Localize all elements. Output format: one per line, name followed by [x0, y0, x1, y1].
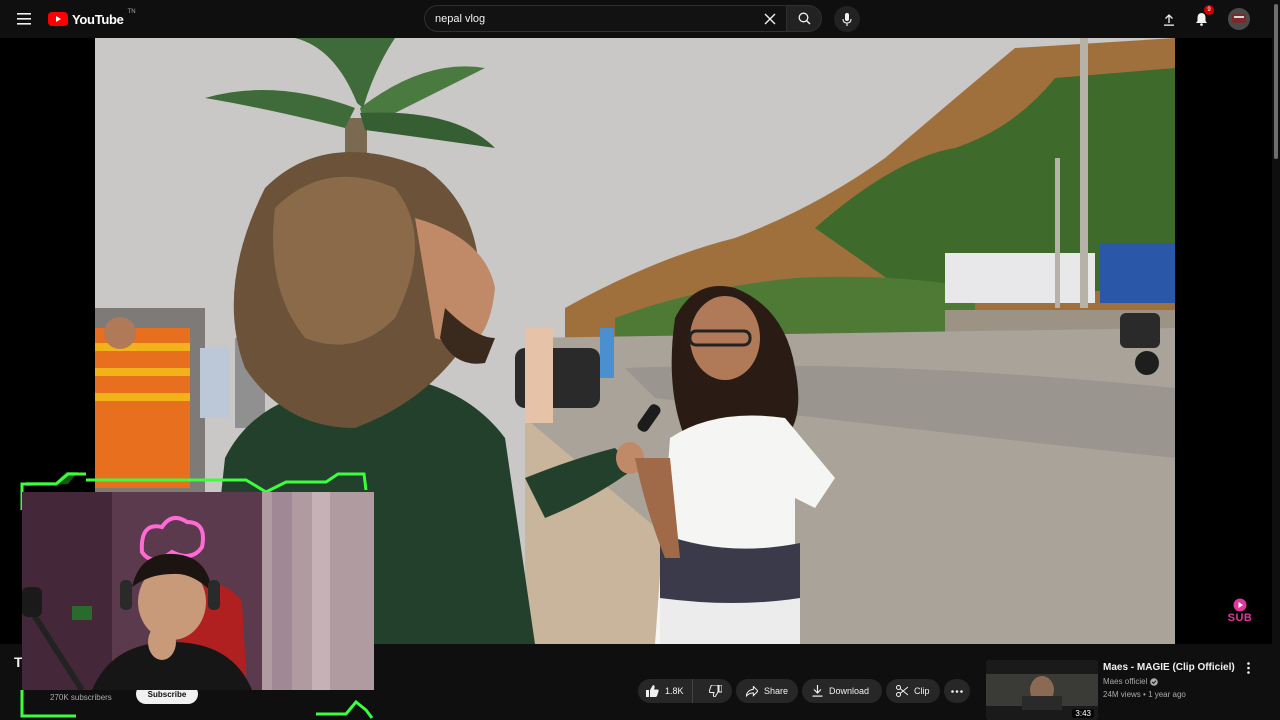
- download-button[interactable]: Download: [802, 679, 882, 703]
- more-actions-button[interactable]: [944, 679, 970, 703]
- top-bar: YouTube TN 9: [0, 0, 1280, 38]
- menu-icon[interactable]: [10, 6, 38, 32]
- watermark-text: SUB: [1227, 612, 1253, 624]
- upload-icon: [1164, 13, 1174, 26]
- more-vertical-icon[interactable]: [1240, 660, 1256, 676]
- youtube-logo-icon: [48, 12, 68, 26]
- streamer-webcam: [22, 492, 374, 690]
- logo-text: YouTube: [72, 11, 124, 27]
- upload-button[interactable]: [1158, 8, 1180, 30]
- play-icon: [1233, 598, 1247, 612]
- subscribe-watermark[interactable]: SUB: [1224, 598, 1256, 632]
- dislike-icon: [708, 685, 722, 697]
- share-button[interactable]: Share: [736, 679, 798, 703]
- search-icon: [798, 12, 810, 25]
- recommendation-views: 24M views: [1103, 690, 1141, 699]
- avatar[interactable]: [1228, 8, 1250, 30]
- search-box: [424, 5, 786, 32]
- logo-country-code: TN: [127, 9, 136, 15]
- clip-button[interactable]: Clip: [886, 679, 940, 703]
- scrollbar-thumb[interactable]: [1274, 4, 1278, 159]
- youtube-logo[interactable]: YouTube TN: [48, 8, 136, 30]
- notifications-button[interactable]: 9: [1190, 5, 1214, 30]
- recommendation-channel[interactable]: Maes officiel: [1103, 677, 1159, 686]
- voice-search-button[interactable]: [834, 6, 860, 32]
- recommendation-channel-name: Maes officiel: [1103, 677, 1148, 686]
- dislike-button[interactable]: [699, 679, 732, 703]
- webcam-image: [22, 492, 374, 690]
- recommendation-title[interactable]: Maes - MAGIE (Clip Officiel): [1103, 662, 1235, 673]
- download-icon: [812, 685, 823, 697]
- recommendation-meta: 24M views • 1 year ago: [1103, 690, 1186, 699]
- like-icon: [646, 685, 659, 697]
- more-icon: [951, 689, 963, 693]
- like-button[interactable]: 1.8K: [638, 679, 693, 703]
- search-input[interactable]: [435, 12, 755, 25]
- share-label: Share: [763, 686, 788, 696]
- like-dislike-group: 1.8K: [638, 679, 732, 703]
- notification-badge: 9: [1204, 5, 1214, 15]
- clip-label: Clip: [914, 686, 930, 696]
- page-scrollbar[interactable]: [1272, 0, 1280, 720]
- search-button[interactable]: [786, 5, 822, 32]
- recommendation-age: 1 year ago: [1148, 690, 1186, 699]
- like-count: 1.8K: [665, 686, 684, 696]
- recommendation-thumbnail[interactable]: 3:43: [986, 660, 1098, 720]
- verified-icon: [1150, 677, 1159, 686]
- mic-icon: [842, 12, 852, 26]
- share-icon: [746, 685, 758, 697]
- close-icon[interactable]: [760, 9, 780, 29]
- scissors-icon: [896, 685, 908, 697]
- download-label: Download: [829, 686, 870, 696]
- channel-subscribers: 270K subscribers: [50, 693, 112, 702]
- video-duration: 3:43: [1072, 709, 1094, 718]
